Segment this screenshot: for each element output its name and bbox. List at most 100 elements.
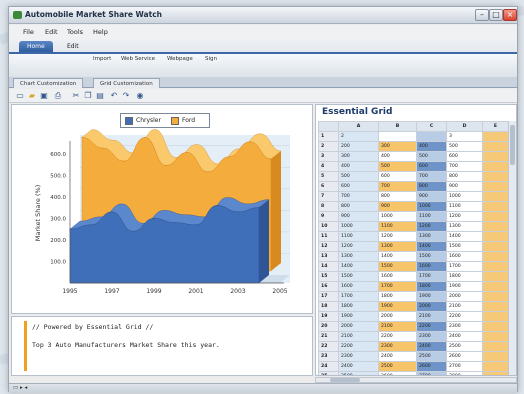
grid-row-header[interactable]: 15	[318, 271, 339, 282]
grid-row-header[interactable]: 16	[318, 281, 339, 292]
grid-hscroll-thumb[interactable]	[330, 378, 360, 382]
grid-cell[interactable]	[482, 271, 509, 282]
grid-cell[interactable]: 2100	[378, 321, 417, 332]
grid-row-header[interactable]: 8	[318, 201, 339, 212]
grid-cell[interactable]: 400	[416, 141, 447, 152]
grid-cell[interactable]: 900	[416, 191, 447, 202]
grid-cell[interactable]: 1400	[378, 251, 417, 262]
cut-icon[interactable]: ✂	[71, 91, 81, 101]
grid-cell[interactable]	[482, 281, 509, 292]
grid-cell[interactable]	[482, 141, 509, 152]
grid-cell[interactable]	[482, 351, 509, 362]
grid-cell[interactable]: 900	[338, 211, 379, 222]
close-button[interactable]: ×	[503, 9, 517, 21]
grid-cell[interactable]: 1600	[446, 251, 483, 262]
grid-cell[interactable]	[482, 161, 509, 172]
grid-cell[interactable]: 1800	[378, 291, 417, 302]
grid-cell[interactable]: 2400	[378, 351, 417, 362]
grid-cell[interactable]	[482, 321, 509, 332]
grid-cell[interactable]: 1100	[446, 201, 483, 212]
grid-cell[interactable]: 500	[338, 171, 379, 182]
grid-cell[interactable]: 1700	[416, 271, 447, 282]
grid-row-header[interactable]: 25	[318, 371, 339, 375]
grid-cell[interactable]: 600	[338, 181, 379, 192]
grid-cell[interactable]: 500	[378, 161, 417, 172]
grid-cell[interactable]: 2400	[338, 361, 379, 372]
grid-vertical-scrollbar[interactable]	[508, 121, 516, 375]
grid-cell[interactable]: 800	[378, 191, 417, 202]
grid-cell[interactable]: 1200	[446, 211, 483, 222]
grid-cell[interactable]	[482, 181, 509, 192]
grid-row-header[interactable]: 5	[318, 171, 339, 182]
grid-cell[interactable]	[482, 251, 509, 262]
grid-cell[interactable]: 3	[446, 131, 483, 142]
grid-cell[interactable]	[482, 361, 509, 372]
paste-icon[interactable]: ▤	[95, 91, 105, 101]
doc-tab-grid[interactable]: Grid Customization	[93, 78, 160, 88]
grid-cell[interactable]: 2500	[378, 361, 417, 372]
grid-cell[interactable]: 1500	[416, 251, 447, 262]
help-icon[interactable]: ◉	[135, 91, 145, 101]
grid-cell[interactable]: 1500	[446, 241, 483, 252]
grid-row-header[interactable]: 14	[318, 261, 339, 272]
grid-cell[interactable]: 1000	[338, 221, 379, 232]
grid-scroll-thumb[interactable]	[510, 125, 515, 165]
grid-cell[interactable]: 1400	[416, 241, 447, 252]
grid-row-header[interactable]: 18	[318, 301, 339, 312]
ribbon-sign[interactable]: Sign	[205, 56, 217, 62]
grid-row-header[interactable]: 22	[318, 341, 339, 352]
open-icon[interactable]: ▰	[27, 91, 37, 101]
grid-cell[interactable]: 2	[338, 131, 379, 142]
grid-cell[interactable]	[482, 231, 509, 242]
grid-cell[interactable]: 2300	[338, 351, 379, 362]
grid-row-header[interactable]: 9	[318, 211, 339, 222]
grid-cell[interactable]: 1300	[378, 241, 417, 252]
grid-cell[interactable]: 1000	[446, 191, 483, 202]
grid-column-header[interactable]: B	[378, 121, 417, 132]
grid-cell[interactable]: 1100	[338, 231, 379, 242]
code-line-1[interactable]: // Powered by Essential Grid //	[32, 323, 153, 331]
grid-column-header[interactable]: A	[338, 121, 379, 132]
grid-cell[interactable]: 1700	[378, 281, 417, 292]
grid-cell[interactable]: 200	[338, 141, 379, 152]
save-icon[interactable]: ▣	[39, 91, 49, 101]
grid-row-header[interactable]: 23	[318, 351, 339, 362]
doc-tab-chart[interactable]: Chart Customization	[13, 78, 84, 88]
grid-cell[interactable]: 2000	[378, 311, 417, 322]
grid-cell[interactable]	[482, 241, 509, 252]
grid-cell[interactable]: 2100	[338, 331, 379, 342]
grid-cell[interactable]: 2500	[446, 341, 483, 352]
grid-cell[interactable]: 1600	[338, 281, 379, 292]
grid-row-header[interactable]: 21	[318, 331, 339, 342]
grid-cell[interactable]: 1300	[338, 251, 379, 262]
grid-cell[interactable]: 1400	[338, 261, 379, 272]
grid-cell[interactable]	[482, 171, 509, 182]
maximize-button[interactable]: □	[489, 9, 503, 21]
grid-row-header[interactable]: 2	[318, 141, 339, 152]
grid-cell[interactable]	[482, 261, 509, 272]
grid-cell[interactable]: 2300	[416, 331, 447, 342]
grid-cell[interactable]: 700	[446, 161, 483, 172]
grid-cell[interactable]: 400	[338, 161, 379, 172]
grid-cell[interactable]: 400	[378, 151, 417, 162]
grid-cell[interactable]: 2600	[446, 351, 483, 362]
grid-cell[interactable]: 1000	[378, 211, 417, 222]
grid-row-header[interactable]: 13	[318, 251, 339, 262]
grid-cell[interactable]: 1100	[416, 211, 447, 222]
grid-column-header[interactable]: C	[416, 121, 447, 132]
grid-cell[interactable]: 700	[378, 181, 417, 192]
grid-cell[interactable]: 2500	[338, 371, 379, 375]
grid-cell[interactable]: 900	[378, 201, 417, 212]
new-icon[interactable]: ▭	[15, 91, 25, 101]
grid-cell[interactable]: 300	[378, 141, 417, 152]
grid-row-header[interactable]: 19	[318, 311, 339, 322]
grid-cell[interactable]: 2300	[378, 341, 417, 352]
grid-cell[interactable]: 1700	[446, 261, 483, 272]
grid-cell[interactable]: 1600	[416, 261, 447, 272]
ribbon-web-service[interactable]: Web Service	[121, 56, 155, 62]
grid-cell[interactable]: 1500	[378, 261, 417, 272]
grid-cell[interactable]: 2100	[416, 311, 447, 322]
grid-cell[interactable]: 1800	[338, 301, 379, 312]
grid-cell[interactable]: 500	[446, 141, 483, 152]
grid-cell[interactable]	[482, 301, 509, 312]
